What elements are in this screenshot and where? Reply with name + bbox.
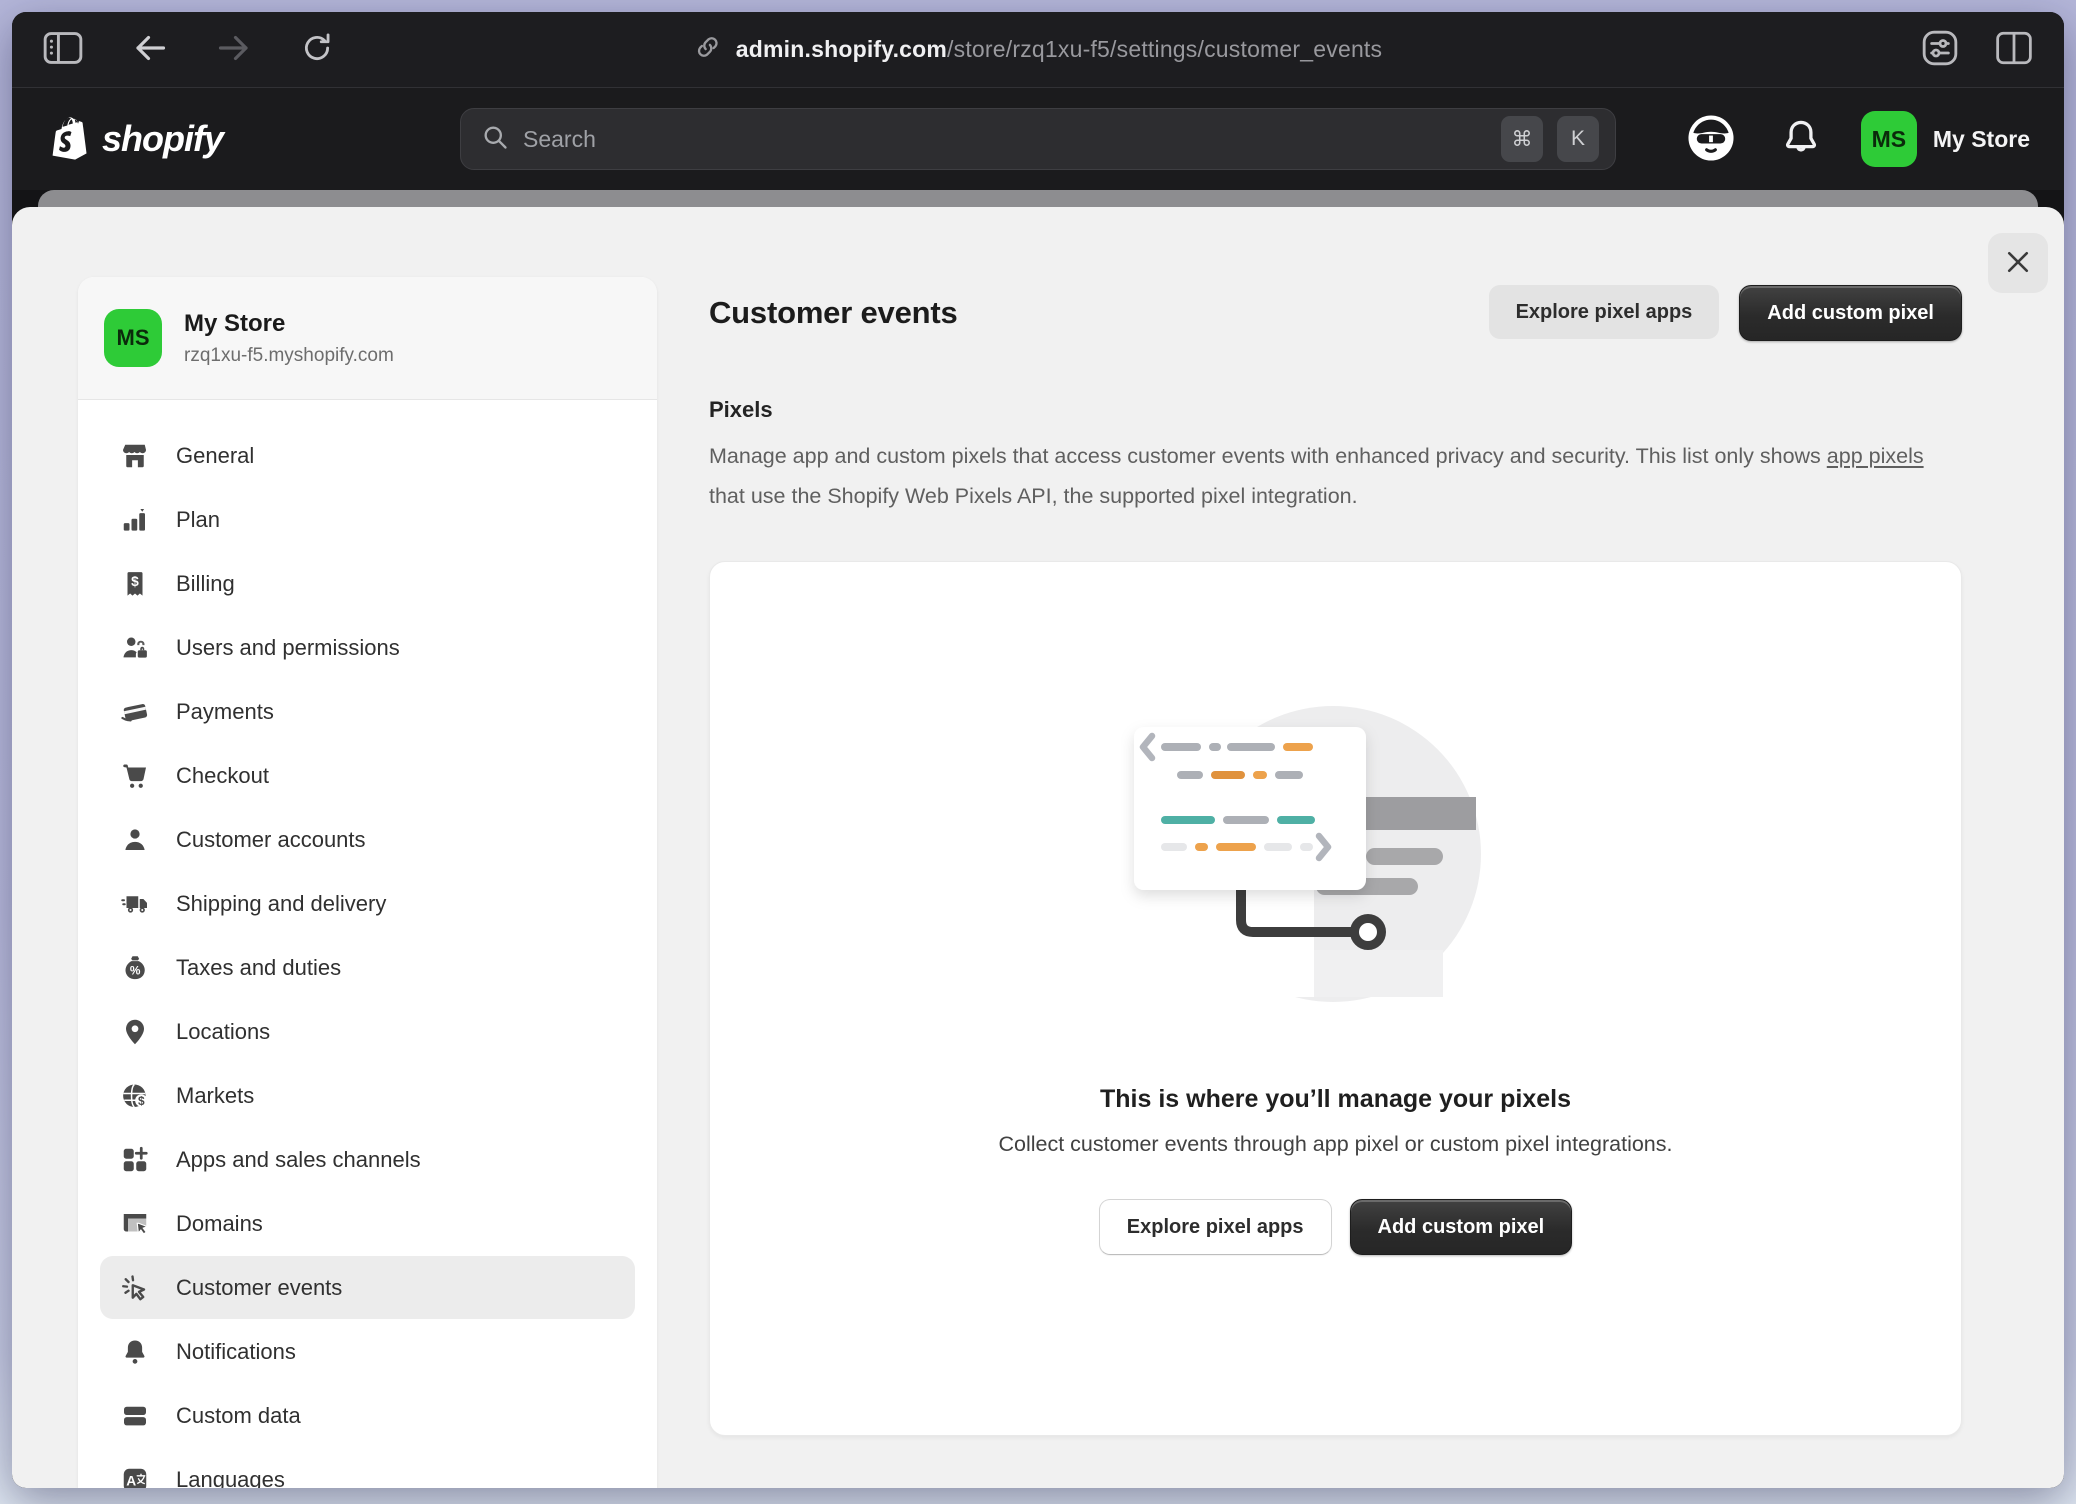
sidebar-item-domains[interactable]: Domains [100, 1192, 635, 1255]
page-title: Customer events [709, 295, 958, 331]
sidekick-face-icon [1685, 112, 1737, 167]
svg-text:$: $ [138, 1093, 145, 1107]
close-icon [2003, 247, 2033, 280]
back-arrow-icon [132, 33, 168, 66]
settings-modal: MS My Store rzq1xu-f5.myshopify.com Gene… [12, 207, 2064, 1488]
search-input[interactable] [523, 126, 1487, 153]
browser-window: admin.shopify.com/store/rzq1xu-f5/settin… [12, 12, 2064, 1488]
truck-icon [120, 889, 150, 919]
domains-window-icon [120, 1209, 150, 1239]
store-avatar: MS [1861, 111, 1917, 167]
pixels-description: Manage app and custom pixels that access… [709, 436, 1962, 516]
address-bar[interactable]: admin.shopify.com/store/rzq1xu-f5/settin… [694, 12, 1382, 87]
reload-button[interactable] [296, 27, 338, 72]
sidebar-item-billing[interactable]: $ Billing [100, 552, 635, 615]
add-custom-pixel-button[interactable]: Add custom pixel [1739, 285, 1962, 341]
map-pin-icon [120, 1017, 150, 1047]
sidebar-item-customer-accounts[interactable]: Customer accounts [100, 808, 635, 871]
empty-state-body: Collect customer events through app pixe… [998, 1132, 1672, 1157]
split-panes-icon [1994, 30, 2034, 69]
browser-chrome: admin.shopify.com/store/rzq1xu-f5/settin… [12, 12, 2064, 88]
bell-icon [1779, 116, 1823, 163]
sidebar-item-custom-data[interactable]: Custom data [100, 1384, 635, 1447]
sidebar-item-general[interactable]: General [100, 424, 635, 487]
users-lock-icon [120, 633, 150, 663]
customer-events-panel: Customer events Explore pixel apps Add c… [709, 207, 1962, 1436]
back-button[interactable] [128, 29, 172, 70]
cmd-key-badge: ⌘ [1501, 116, 1543, 162]
custom-data-icon [120, 1401, 150, 1431]
cursor-click-icon [120, 1273, 150, 1303]
sidebar-item-apps-sales-channels[interactable]: Apps and sales channels [100, 1128, 635, 1191]
sidebar-item-locations[interactable]: Locations [100, 1000, 635, 1063]
sidekick-button[interactable] [1681, 108, 1741, 171]
globe-dollar-icon: $ [120, 1081, 150, 1111]
sidebar-item-customer-events[interactable]: Customer events [100, 1256, 635, 1319]
pixels-illustration [1121, 680, 1551, 1025]
shopify-wordmark: shopify [102, 118, 223, 160]
browser-customize-button[interactable] [1916, 24, 1964, 75]
plan-chart-icon [120, 505, 150, 535]
pixels-empty-state-card: This is where you’ll manage your pixels … [709, 561, 1962, 1436]
languages-icon: A [120, 1465, 150, 1489]
store-icon [120, 441, 150, 471]
empty-explore-pixel-apps-button[interactable]: Explore pixel apps [1099, 1199, 1332, 1255]
browser-sidebar-toggle-button[interactable] [38, 27, 88, 72]
account-menu[interactable]: MS My Store [1861, 111, 2030, 167]
apps-grid-icon [120, 1145, 150, 1175]
pixels-section-heading: Pixels [709, 397, 1962, 423]
sidebar-store-header: MS My Store rzq1xu-f5.myshopify.com [78, 277, 657, 400]
svg-text:%: % [130, 963, 141, 977]
sidebar-store-avatar: MS [104, 309, 162, 367]
credit-card-icon [120, 697, 150, 727]
sidebar-item-taxes[interactable]: % Taxes and duties [100, 936, 635, 999]
svg-text:A: A [126, 1473, 136, 1488]
sidebar-store-domain: rzq1xu-f5.myshopify.com [184, 345, 394, 367]
sidebar-item-payments[interactable]: Payments [100, 680, 635, 743]
money-bag-percent-icon: % [120, 953, 150, 983]
app-pixels-link[interactable]: app pixels [1827, 444, 1924, 468]
sidebar-item-markets[interactable]: $ Markets [100, 1064, 635, 1127]
k-key-badge: K [1557, 116, 1599, 162]
explore-pixel-apps-button[interactable]: Explore pixel apps [1489, 285, 1720, 339]
svg-text:$: $ [131, 573, 139, 588]
empty-state-heading: This is where you’ll manage your pixels [1100, 1085, 1571, 1114]
forward-arrow-icon [216, 33, 252, 66]
empty-add-custom-pixel-button[interactable]: Add custom pixel [1350, 1199, 1573, 1255]
shopify-bag-icon [46, 111, 92, 168]
search-icon [481, 123, 509, 156]
sidebar-item-notifications[interactable]: Notifications [100, 1320, 635, 1383]
shopify-logo[interactable]: shopify [46, 111, 223, 168]
close-settings-button[interactable] [1988, 233, 2048, 293]
global-search[interactable]: ⌘ K [460, 108, 1616, 170]
header-store-name: My Store [1933, 126, 2030, 153]
sidebar-item-users-permissions[interactable]: Users and permissions [100, 616, 635, 679]
split-view-button[interactable] [1990, 26, 2038, 73]
sidebar-item-shipping[interactable]: Shipping and delivery [100, 872, 635, 935]
settings-sidebar: MS My Store rzq1xu-f5.myshopify.com Gene… [78, 277, 657, 1488]
page-backdrop: MS My Store rzq1xu-f5.myshopify.com Gene… [12, 190, 2064, 1488]
link-icon [694, 33, 722, 67]
reload-icon [300, 31, 334, 68]
sidebar-panel-icon [42, 31, 84, 68]
sidebar-item-languages[interactable]: A Languages [100, 1448, 635, 1488]
sliders-icon [1920, 28, 1960, 71]
cart-icon [120, 761, 150, 791]
bell-filled-icon [120, 1337, 150, 1367]
sidebar-store-name: My Store [184, 310, 394, 338]
url-host: admin.shopify.com [736, 36, 947, 62]
notifications-button[interactable] [1775, 112, 1827, 167]
person-icon [120, 825, 150, 855]
sidebar-item-plan[interactable]: Plan [100, 488, 635, 551]
receipt-icon: $ [120, 569, 150, 599]
settings-nav: General Plan $ Billing Users and permiss… [78, 400, 657, 1488]
url-path: /store/rzq1xu-f5/settings/customer_event… [947, 36, 1382, 62]
forward-button[interactable] [212, 29, 256, 70]
admin-header: shopify ⌘ K [12, 88, 2064, 190]
sidebar-item-checkout[interactable]: Checkout [100, 744, 635, 807]
